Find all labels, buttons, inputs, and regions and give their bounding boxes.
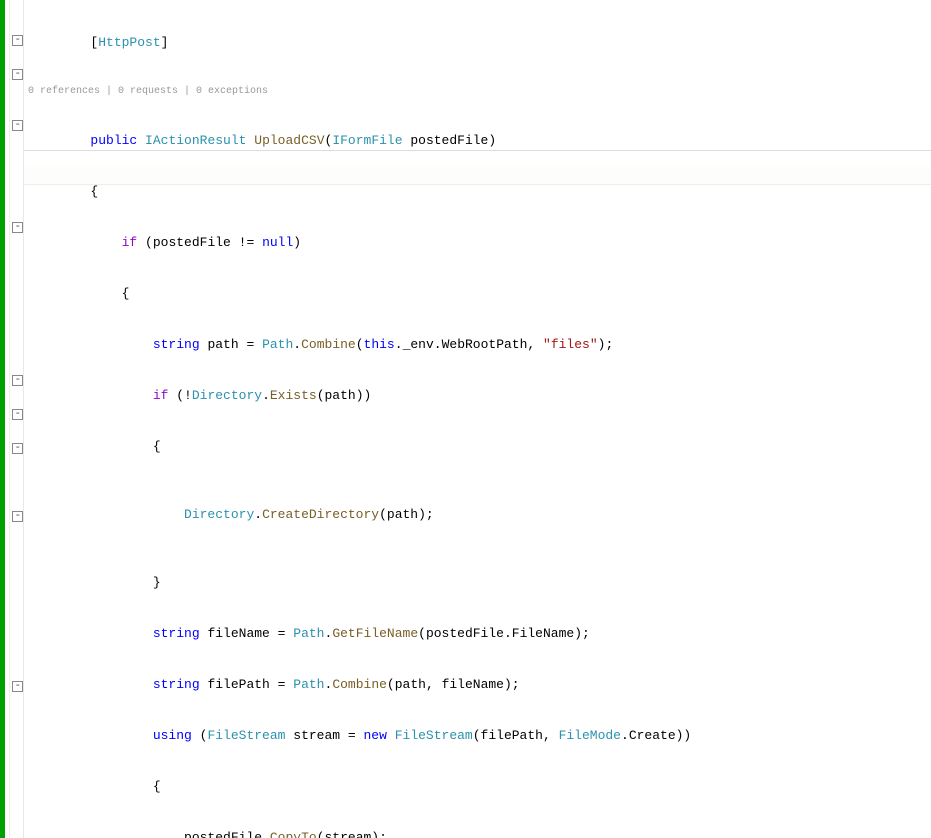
fold-toggle[interactable] bbox=[12, 120, 23, 131]
fold-toggle[interactable] bbox=[12, 511, 23, 522]
fold-gutter bbox=[10, 0, 24, 838]
code-line[interactable]: { bbox=[28, 285, 931, 302]
fold-toggle[interactable] bbox=[12, 222, 23, 233]
code-line[interactable]: using (FileStream stream = new FileStrea… bbox=[28, 727, 931, 744]
fold-toggle[interactable] bbox=[12, 69, 23, 80]
fold-toggle[interactable] bbox=[12, 375, 23, 386]
code-line[interactable]: string path = Path.Combine(this._env.Web… bbox=[28, 336, 931, 353]
code-line[interactable]: postedFile.CopyTo(stream); bbox=[28, 829, 931, 838]
code-line[interactable]: if (!Directory.Exists(path)) bbox=[28, 387, 931, 404]
code-line[interactable]: { bbox=[28, 778, 931, 795]
code-line[interactable]: string fileName = Path.GetFileName(poste… bbox=[28, 625, 931, 642]
line-highlight-current bbox=[24, 167, 931, 185]
code-line[interactable]: [HttpPost] bbox=[28, 34, 931, 51]
code-line[interactable]: Directory.CreateDirectory(path); bbox=[28, 506, 931, 523]
codelens[interactable]: 0 references | 0 requests | 0 exceptions bbox=[28, 85, 931, 98]
fold-toggle[interactable] bbox=[12, 409, 23, 420]
code-line[interactable]: public IActionResult UploadCSV(IFormFile… bbox=[28, 132, 931, 149]
code-line[interactable]: { bbox=[28, 438, 931, 455]
fold-toggle[interactable] bbox=[12, 35, 23, 46]
code-area[interactable]: [HttpPost] 0 references | 0 requests | 0… bbox=[24, 0, 931, 838]
fold-toggle[interactable] bbox=[12, 681, 23, 692]
code-line[interactable]: if (postedFile != null) bbox=[28, 234, 931, 251]
code-line[interactable]: } bbox=[28, 574, 931, 591]
fold-toggle[interactable] bbox=[12, 443, 23, 454]
code-line[interactable]: { bbox=[28, 183, 931, 200]
code-line[interactable]: string filePath = Path.Combine(path, fil… bbox=[28, 676, 931, 693]
code-editor[interactable]: [HttpPost] 0 references | 0 requests | 0… bbox=[0, 0, 931, 838]
